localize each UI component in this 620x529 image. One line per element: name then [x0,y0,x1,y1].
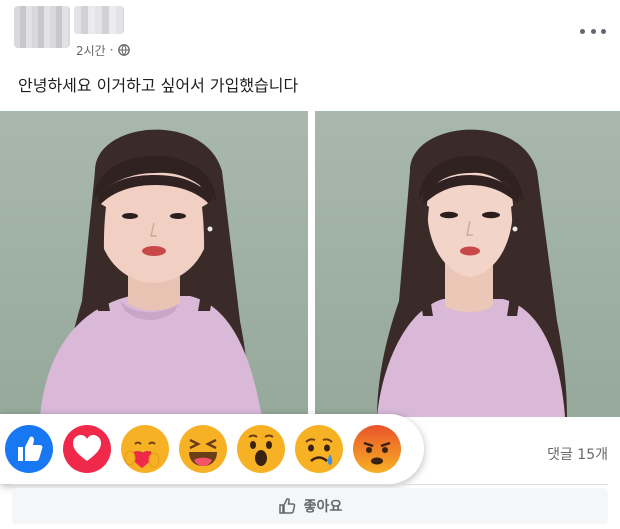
reactions-bar [0,414,424,484]
post-timestamp[interactable]: 2시간 [76,42,106,59]
facebook-post: 2시간 · 안녕하세요 이거하고 싶어서 가입했습니다 댓글 15개 좋아요 [0,0,620,529]
hug-face-icon [121,425,169,473]
like-label: 좋아요 [303,499,343,515]
angry-reaction[interactable] [352,424,402,474]
angry-face-icon [353,425,401,473]
crying-face-icon [295,425,343,473]
avatar[interactable] [14,6,70,48]
laughing-face-icon [179,425,227,473]
heart-icon [63,425,111,473]
like-button[interactable]: 좋아요 [12,488,608,524]
more-options-icon[interactable] [580,24,606,38]
divider [12,484,608,485]
post-header: 2시간 · [0,0,620,68]
person-portrait-right [377,129,567,417]
surprised-face-icon [237,425,285,473]
edited-photo[interactable] [315,111,620,417]
post-text: 안녕하세요 이거하고 싶어서 가입했습니다 [18,76,299,95]
haha-reaction[interactable] [178,424,228,474]
person-portrait-left [40,129,262,417]
author-name-blurred[interactable] [74,6,124,34]
wow-reaction[interactable] [236,424,286,474]
thumbs-up-outline-icon [278,498,295,514]
like-reaction[interactable] [4,424,54,474]
sad-reaction[interactable] [294,424,344,474]
love-reaction[interactable] [62,424,112,474]
globe-icon [117,44,130,56]
comments-count[interactable]: 댓글 15개 [547,444,608,464]
care-reaction[interactable] [120,424,170,474]
post-meta: 2시간 · [76,42,130,58]
original-photo[interactable] [0,111,308,417]
thumbs-up-icon [5,425,53,473]
